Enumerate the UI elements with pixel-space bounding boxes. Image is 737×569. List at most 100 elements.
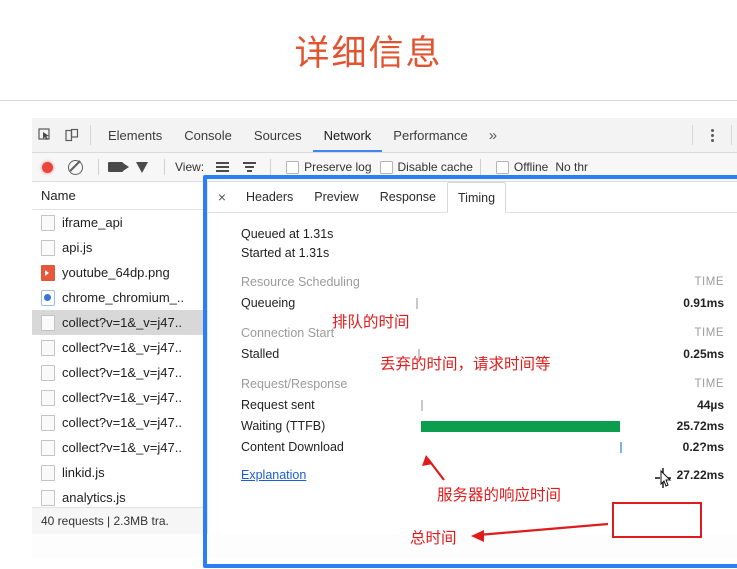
tab-sources[interactable]: Sources: [243, 118, 313, 152]
request-row[interactable]: collect?v=1&_v=j47..: [32, 435, 207, 460]
timing-bar-green: [420, 421, 620, 432]
request-name: collect?v=1&_v=j47..: [62, 340, 182, 355]
request-row[interactable]: analytics.js: [32, 485, 207, 507]
timing-row-time: 25.72ms: [676, 419, 724, 433]
page-title: 详细信息: [294, 33, 443, 74]
optbar-divider-4: [479, 159, 481, 175]
request-row[interactable]: linkid.js: [32, 460, 207, 485]
stalled-note: 丢弃的时间，请求时间等: [380, 355, 551, 373]
offline-label: Offline: [513, 160, 549, 174]
request-row[interactable]: collect?v=1&_v=j47..: [32, 335, 207, 360]
timing-row-time: 0.2?ms: [682, 440, 724, 454]
tab-console[interactable]: Console: [173, 118, 243, 152]
total-time-note: 总时间: [410, 529, 457, 547]
generic-file-icon: [41, 489, 55, 506]
detail-tab-headers[interactable]: Headers: [236, 182, 304, 212]
tab-elements[interactable]: Elements: [97, 118, 173, 152]
explanation-link[interactable]: Explanation: [241, 468, 646, 482]
request-name: linkid.js: [62, 465, 105, 480]
queueing-note: 排队的时间: [332, 313, 410, 331]
detail-tab-timing[interactable]: Timing: [447, 182, 507, 213]
preserve-log-checkbox[interactable]: [286, 160, 300, 174]
request-name: collect?v=1&_v=j47..: [62, 315, 182, 330]
requests-panel: Name iframe_api api.js youtube_64dp.pngchr…: [32, 182, 208, 534]
request-name: collect?v=1&_v=j47..: [62, 365, 182, 380]
inspect-element-icon[interactable]: [32, 118, 58, 152]
request-row[interactable]: api.js: [32, 235, 207, 260]
request-name: collect?v=1&_v=j47..: [62, 415, 182, 430]
close-icon[interactable]: ×: [208, 182, 236, 212]
timing-bar-blue: [619, 442, 622, 453]
timing-bar-cell: [411, 293, 654, 314]
timing-row: Queueing 0.91ms: [208, 293, 737, 314]
request-row[interactable]: iframe_api: [32, 210, 207, 235]
timing-content: Queued at 1.31s Started at 1.31s Resourc…: [208, 213, 737, 482]
timing-time-column-header: TIME: [694, 378, 724, 390]
mouse-cursor-icon: [655, 468, 673, 493]
timing-group-name: Resource Scheduling: [241, 275, 360, 289]
device-toolbar-icon[interactable]: [58, 118, 84, 152]
request-name: collect?v=1&_v=j47..: [62, 390, 182, 405]
generic-file-icon: [41, 339, 55, 356]
generic-file-icon: [41, 314, 55, 331]
generic-file-icon: [41, 214, 55, 231]
timing-bar-cell: [411, 437, 654, 458]
timing-time-column-header: TIME: [694, 327, 724, 339]
request-name: iframe_api: [62, 215, 123, 230]
optbar-divider-2: [164, 159, 165, 175]
tab-network[interactable]: Network: [313, 118, 383, 152]
tab-performance[interactable]: Performance: [382, 118, 478, 152]
detail-tab-preview[interactable]: Preview: [304, 182, 369, 212]
camera-icon[interactable]: [108, 162, 129, 172]
column-header-name[interactable]: Name: [32, 182, 207, 210]
request-row[interactable]: collect?v=1&_v=j47..: [32, 310, 207, 335]
request-row[interactable]: chrome_chromium_..: [32, 285, 207, 310]
timing-row-time: 0.91ms: [683, 296, 724, 310]
network-options-bar: View: Preserve log Disable cache Offline…: [32, 153, 737, 182]
document-file-icon: [41, 289, 55, 306]
filter-icon[interactable]: [136, 161, 148, 173]
request-name: analytics.js: [62, 490, 126, 505]
offline-checkbox[interactable]: [495, 160, 509, 174]
timing-row-time: 44µs: [697, 398, 724, 412]
generic-file-icon: [41, 389, 55, 406]
request-name: api.js: [62, 240, 93, 255]
timing-row-label: Content Download: [241, 440, 344, 454]
generic-file-icon: [41, 239, 55, 256]
view-label: View:: [175, 160, 205, 174]
request-name: collect?v=1&_v=j47..: [62, 440, 182, 455]
request-list[interactable]: iframe_api api.js youtube_64dp.png chrome_c…: [32, 210, 207, 507]
timing-row-time: 0.25ms: [683, 347, 724, 361]
request-row[interactable]: youtube_64dp.png: [32, 260, 207, 285]
optbar-divider-1: [98, 159, 99, 175]
generic-file-icon: [41, 364, 55, 381]
clear-button-icon[interactable]: [68, 159, 83, 175]
network-status-bar: 40 requests | 2.3MB tra.: [32, 507, 207, 534]
timing-row: Waiting (TTFB) 25.72ms: [208, 416, 737, 437]
header-divider: [0, 100, 737, 101]
request-row[interactable]: collect?v=1&_v=j47..: [32, 360, 207, 385]
optbar-divider-3: [270, 159, 272, 175]
preserve-log-label: Preserve log: [304, 160, 372, 174]
more-tabs-icon[interactable]: »: [479, 118, 507, 152]
kebab-menu-icon[interactable]: [699, 118, 725, 152]
waterfall-view-icon[interactable]: [243, 162, 257, 172]
request-name: youtube_64dp.png: [62, 265, 170, 280]
total-time-highlight-box: [612, 502, 702, 538]
detail-tabbar: × Headers Preview Response Timing: [208, 182, 737, 213]
timing-group-header: Request/Response TIME: [208, 373, 737, 395]
tabbar-divider-end: [731, 125, 732, 145]
timing-time-column-header: TIME: [694, 276, 724, 288]
throttling-selector[interactable]: No thr: [555, 160, 588, 174]
generic-file-icon: [41, 439, 55, 456]
disable-cache-checkbox[interactable]: [379, 160, 393, 174]
timing-group-name: Connection Start: [241, 326, 335, 340]
request-row[interactable]: collect?v=1&_v=j47..: [32, 385, 207, 410]
timing-row: Content Download 0.2?ms: [208, 437, 737, 458]
request-row[interactable]: collect?v=1&_v=j47..: [32, 410, 207, 435]
list-view-icon[interactable]: [216, 162, 230, 172]
detail-tab-response[interactable]: Response: [370, 182, 447, 212]
image-file-icon: [41, 264, 55, 281]
timing-group-header: Resource Scheduling TIME: [208, 271, 737, 293]
record-button-icon[interactable]: [42, 161, 53, 173]
